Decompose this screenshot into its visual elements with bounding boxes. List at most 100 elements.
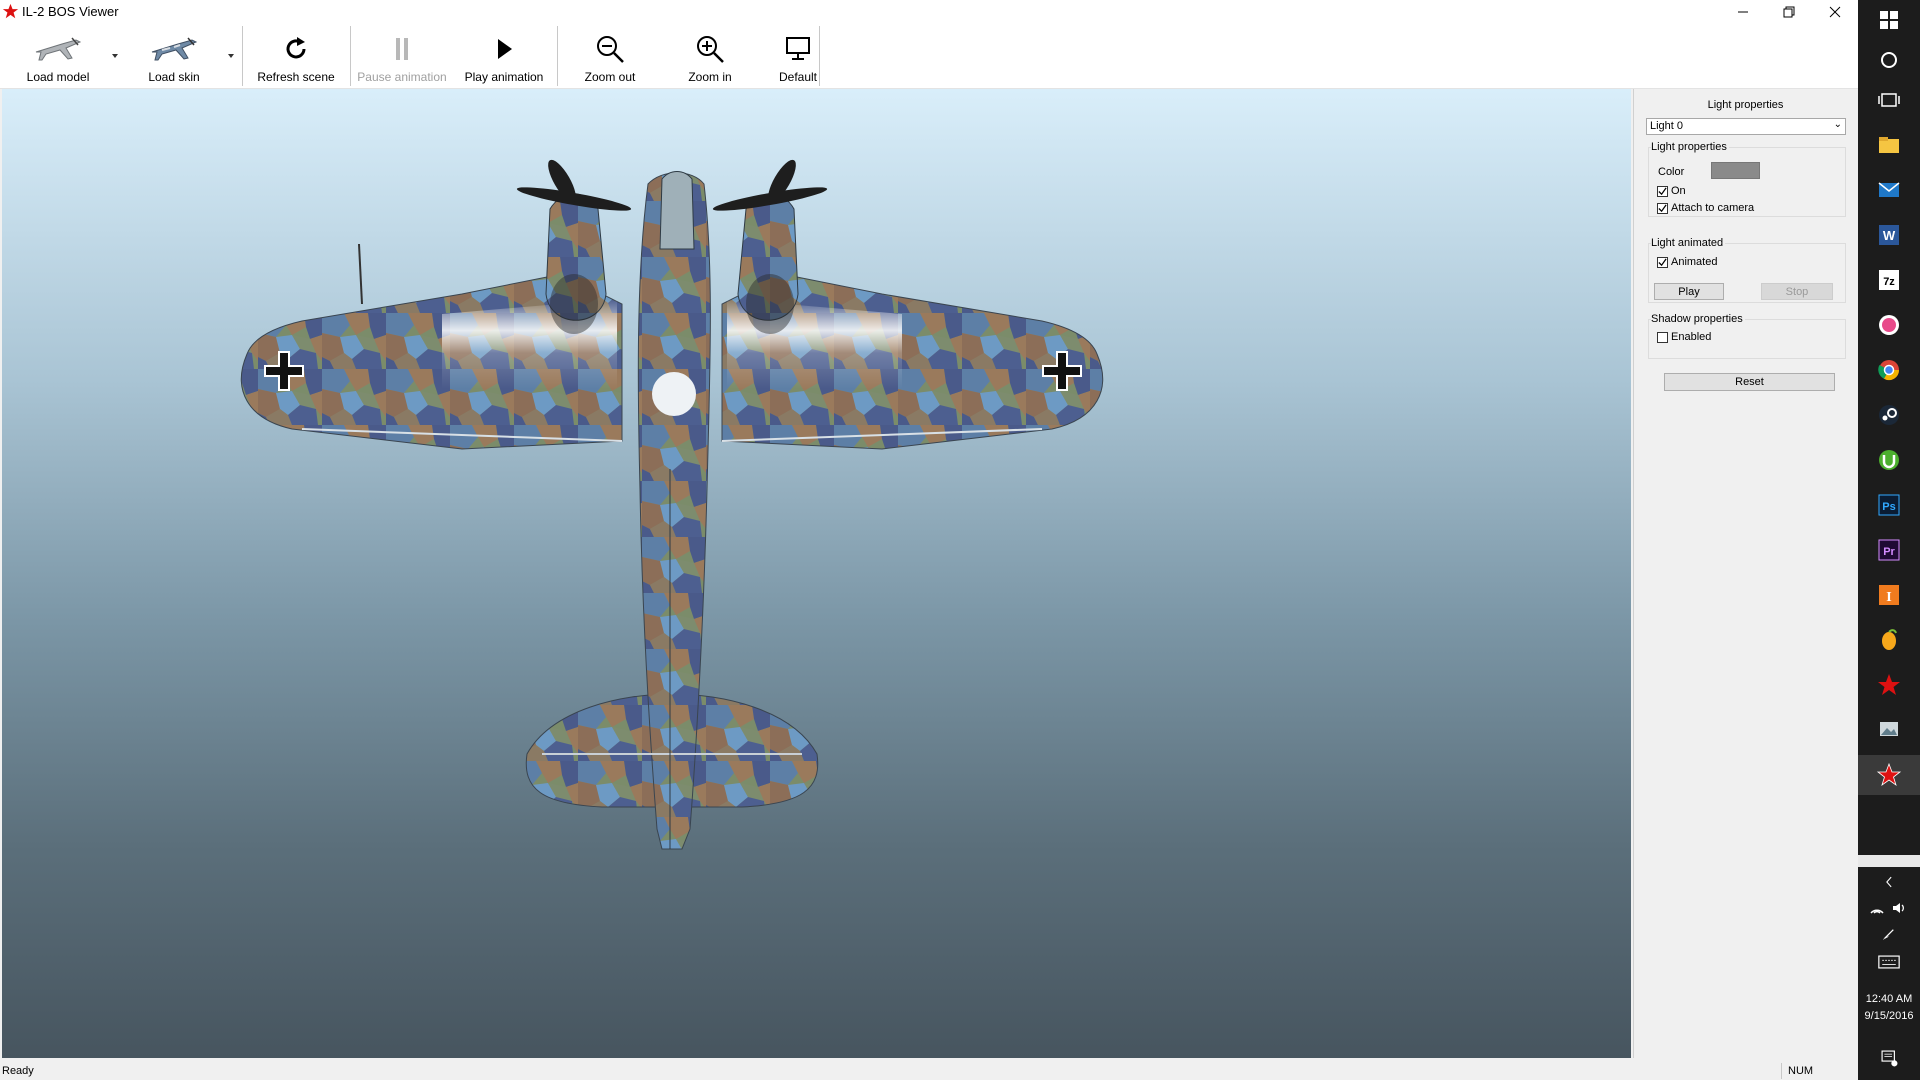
refresh-scene-label: Refresh scene [257,70,335,84]
file-explorer-icon [1879,137,1899,153]
close-button[interactable] [1812,0,1858,24]
itunes-icon [1879,315,1899,335]
color-label: Color [1658,166,1685,178]
clock-date[interactable]: 9/15/2016 [1858,1010,1920,1022]
taskbar-7zip[interactable]: 7z [1858,260,1920,300]
monitor-icon [784,32,812,66]
taskbar-red-star[interactable] [1858,665,1920,705]
pause-animation-button[interactable]: Pause animation [354,24,450,88]
taskbar-steam[interactable] [1858,395,1920,435]
windows-start-button[interactable] [1858,0,1920,40]
taskbar-file-explorer[interactable] [1858,125,1920,165]
load-model-label: Load model [26,70,90,84]
status-divider [1781,1063,1782,1079]
reset-button[interactable]: Reset [1664,373,1835,391]
clock-time[interactable]: 12:40 AM [1858,993,1920,1005]
touch-keyboard-tray[interactable] [1858,950,1920,974]
close-icon [1829,6,1841,18]
stop-button[interactable]: Stop [1761,283,1833,300]
default-view-label: Default [778,70,818,84]
attach-to-camera-label: Attach to camera [1671,202,1755,214]
shadow-enabled-label: Enabled [1671,331,1712,343]
taskbar-premiere[interactable]: Pr [1858,530,1920,570]
window-title: IL-2 BOS Viewer [22,4,119,19]
action-center-button[interactable] [1858,1040,1920,1076]
play-icon [492,32,516,66]
taskbar-utorrent[interactable] [1858,440,1920,480]
red-star-app-icon [2,3,19,19]
play-animation-label: Play animation [464,70,544,84]
on-label: On [1671,185,1686,197]
plane-skin-icon [148,32,200,66]
7zip-icon: 7z [1879,270,1899,290]
load-model-dropdown-icon[interactable] [110,51,120,61]
num-lock-indicator: NUM [1788,1065,1814,1077]
svg-text:7z: 7z [1883,276,1895,288]
fl-studio-icon [1882,629,1897,650]
zoom-in-button[interactable]: Zoom in [670,24,750,88]
taskbar-photoshop[interactable]: Ps [1858,485,1920,525]
taskbar-fl-studio[interactable] [1858,620,1920,660]
load-skin-button[interactable]: Load skin [134,24,214,88]
utorrent-icon [1879,450,1899,470]
toolbar-separator [557,26,558,86]
shadow-enabled-checkbox[interactable]: Enabled [1657,331,1711,343]
light-properties-group-title: Light properties [1651,141,1729,153]
network-volume-tray[interactable] [1858,896,1920,920]
model-viewport[interactable] [2,89,1631,1058]
animated-checkbox[interactable]: Animated [1657,256,1717,268]
il2-viewer-icon [1876,762,1902,787]
pen-tray[interactable] [1858,922,1920,946]
play-button[interactable]: Play [1654,283,1724,300]
minimize-icon [1738,11,1748,13]
status-bar: Ready NUM [0,1062,1858,1080]
zoom-in-icon [695,32,725,66]
taskbar-word[interactable]: W [1858,215,1920,255]
taskbar-photos[interactable] [1858,710,1920,750]
photos-icon [1880,722,1898,736]
animated-label: Animated [1671,256,1718,268]
mail-icon [1878,182,1900,197]
attach-to-camera-checkbox[interactable]: Attach to camera [1657,202,1754,214]
light-properties-panel: Light properties Light 0 ⌄ Light propert… [1633,89,1857,1058]
app-window: IL-2 BOS Viewer Load model Load skin Ref… [0,0,1858,1080]
task-view-button[interactable] [1858,80,1920,120]
load-model-button[interactable]: Load model [18,24,98,88]
windows-start-icon [1880,11,1898,29]
load-skin-label: Load skin [148,70,200,84]
title-bar: IL-2 BOS Viewer [0,0,1858,24]
search-circle-icon [1881,52,1897,68]
taskbar-scrollbar[interactable] [1858,855,1920,867]
checkbox-unchecked-icon [1657,331,1668,343]
taskbar-app-i[interactable]: I [1858,575,1920,615]
status-text: Ready [2,1065,34,1077]
wifi-volume-icon [1870,903,1904,914]
search-button[interactable] [1858,40,1920,80]
taskbar-itunes[interactable] [1858,305,1920,345]
zoom-out-label: Zoom out [584,70,636,84]
load-skin-dropdown-icon[interactable] [226,51,236,61]
show-hidden-icons-button[interactable] [1858,870,1920,894]
light-select[interactable]: Light 0 ⌄ [1646,118,1846,135]
taskbar-chrome[interactable] [1858,350,1920,390]
taskbar-mail[interactable] [1858,170,1920,210]
zoom-out-button[interactable]: Zoom out [570,24,650,88]
on-checkbox[interactable]: On [1657,185,1686,197]
toolbar-separator [242,26,243,86]
restore-button[interactable] [1766,0,1812,24]
app-i-icon: I [1879,585,1899,605]
pause-icon [390,32,414,66]
svg-text:W: W [1883,228,1896,243]
minimize-button[interactable] [1720,0,1766,24]
play-animation-button[interactable]: Play animation [456,24,552,88]
light-animated-group-title: Light animated [1651,237,1726,249]
task-view-icon [1878,93,1900,107]
refresh-scene-button[interactable]: Refresh scene [250,24,342,88]
svg-text:I: I [1886,590,1891,605]
color-swatch[interactable] [1711,162,1760,179]
shadow-properties-group-title: Shadow properties [1651,313,1745,325]
svg-text:Pr: Pr [1883,546,1895,558]
taskbar-il2-viewer[interactable] [1858,755,1920,795]
toolbar-separator [350,26,351,86]
chrome-icon [1878,360,1900,381]
